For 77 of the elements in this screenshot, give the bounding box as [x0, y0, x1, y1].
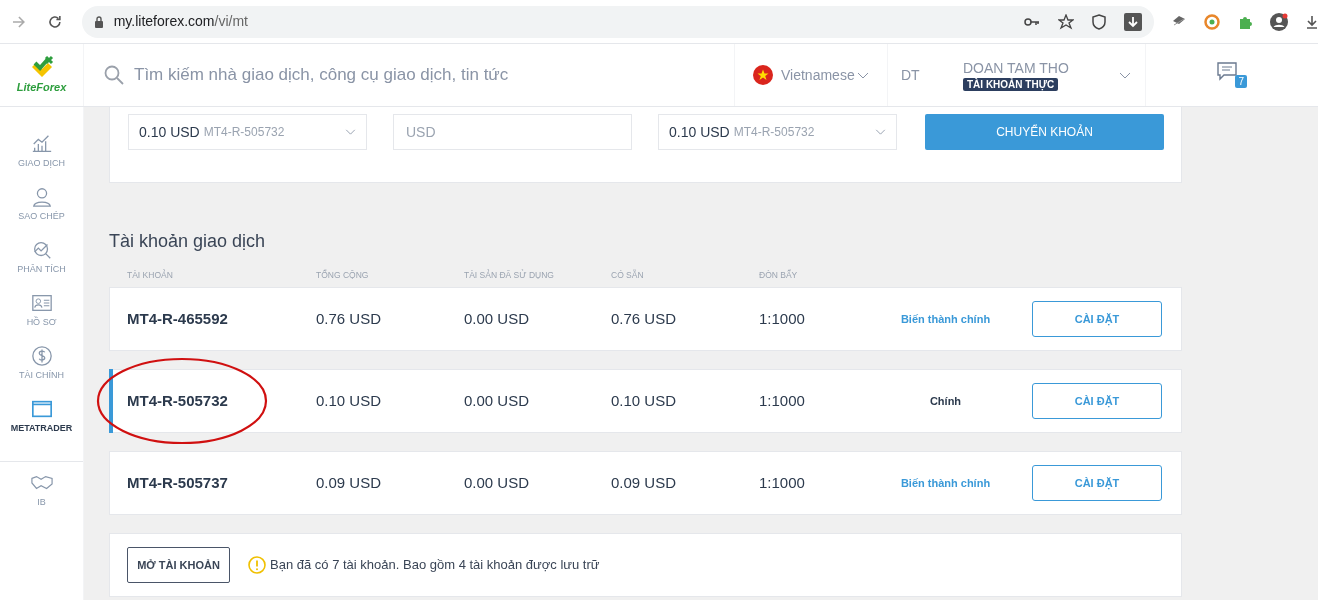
key-icon[interactable] [1024, 16, 1040, 27]
shield-icon[interactable] [1092, 13, 1106, 30]
account-row[interactable]: MT4-R-505737 0.09 USD 0.00 USD 0.09 USD 1:1000 Biến thành chính CÀI ĐẶT [109, 451, 1182, 515]
account-type-badge: TÀI KHOẢN THỰC [963, 77, 1059, 91]
table-cell-text: 0.00 USD [464, 308, 531, 329]
account-row[interactable]: MT4-R-465592 0.76 USD 0.00 USD 0.76 USD 1:1000 Biến thành chính CÀI ĐẶT [109, 287, 1182, 351]
notice-text: Bạn đã có 7 tài khoản. Bao gồm 4 tài khoản được lưu trữ [270, 556, 600, 575]
logo[interactable]: LiteForex [0, 44, 84, 106]
chevron-down-icon [345, 129, 356, 135]
chevron-down-icon [857, 71, 869, 79]
download-icon[interactable] [1124, 12, 1142, 31]
sidebar-item[interactable]: TÀI CHÍNH [0, 345, 83, 398]
table-cell-text: 0.10 USD [316, 390, 383, 411]
table-cell-text: 0.10 USD [611, 390, 678, 411]
table-cell-text: 0.76 USD [316, 308, 383, 329]
star-icon[interactable] [1058, 13, 1074, 30]
section-title: Tài khoản giao dịch [109, 230, 267, 253]
settings-button[interactable]: CÀI ĐẶT [1032, 383, 1162, 419]
make-main-link[interactable]: Biến thành chính [859, 310, 1032, 328]
table-cell-text: 0.09 USD [611, 472, 678, 493]
amount-field[interactable]: USD [393, 114, 632, 150]
profile-icon[interactable] [1270, 12, 1288, 31]
transfer-button[interactable]: CHUYỂN KHOẢN [925, 114, 1164, 150]
search-icon [104, 65, 124, 85]
table-cell-text: 1:1000 [759, 390, 806, 411]
make-main-link[interactable]: Biến thành chính [859, 474, 1032, 492]
open-account-button[interactable]: MỞ TÀI KHOẢN [127, 547, 230, 583]
settings-button[interactable]: CÀI ĐẶT [1032, 301, 1162, 337]
sidebar-item[interactable]: GIAO DỊCH [0, 133, 83, 186]
sidebar-item[interactable]: METATRADER [0, 398, 83, 462]
account-row[interactable]: MT4-R-505732 0.10 USD 0.00 USD 0.10 USD 1:1000 Chính CÀI ĐẶT [109, 369, 1182, 433]
account-number: MT4-R-465592 [127, 308, 229, 329]
from-account-dropdown[interactable]: 0.10 USD MT4-R-505732 [128, 114, 367, 150]
flag-icon [753, 65, 773, 85]
account-number: MT4-R-505732 [127, 390, 229, 411]
account-menu[interactable]: DT DOAN TAM THO TÀI KHOẢN THỰC [887, 44, 1145, 106]
to-account-dropdown[interactable]: 0.10 USD MT4-R-505732 [658, 114, 897, 150]
message-count-badge: 7 [1235, 75, 1247, 88]
language-label: Vietnamese [781, 65, 855, 85]
settings-button[interactable]: CÀI ĐẶT [1032, 465, 1162, 501]
lock-icon [93, 15, 104, 28]
window-icon [30, 398, 53, 420]
main-account-label: Chính [928, 393, 963, 409]
id-card-icon [30, 292, 53, 314]
sidebar-item[interactable]: PHÂN TÍCH [0, 239, 83, 292]
column-header: TÀI KHOẢN [127, 269, 174, 282]
table-cell-text: 1:1000 [759, 308, 806, 329]
person-icon [30, 186, 53, 208]
column-header: CÓ SẴN [611, 269, 645, 282]
download-icon[interactable] [1306, 14, 1318, 29]
dollar-icon [30, 345, 53, 367]
reload-icon[interactable] [47, 14, 62, 29]
table-cell-text: 1:1000 [759, 472, 806, 493]
table-cell-text: 0.00 USD [464, 472, 531, 493]
search-field[interactable]: Tìm kiếm nhà giao dịch, công cụ giao dịch, tin tức [134, 62, 734, 88]
sidebar-item[interactable]: SAO CHÉP [0, 186, 83, 239]
table-cell-text: 0.09 USD [316, 472, 383, 493]
sidebar-item[interactable]: HỒ SƠ [0, 292, 83, 345]
sidebar-item[interactable]: IB [0, 462, 83, 515]
url-text: my.liteforex.com/vi/mt [113, 12, 248, 31]
messages-button[interactable]: 7 [1217, 62, 1247, 88]
warning-icon [248, 556, 266, 574]
address-bar[interactable]: my.liteforex.com/vi/mt [81, 5, 1154, 38]
chart-icon [30, 133, 53, 155]
column-header: ĐÒN BẨY [759, 269, 799, 282]
user-name: DOAN TAM THO [963, 59, 1069, 76]
account-number: MT4-R-505737 [127, 472, 229, 493]
table-cell-text: 0.76 USD [611, 308, 678, 329]
language-selector[interactable]: Vietnamese [734, 44, 887, 106]
chevron-down-icon [875, 129, 886, 135]
chevron-down-icon [1119, 71, 1131, 79]
user-initials: DT [901, 65, 921, 85]
column-header: TỔNG CỘNG [316, 269, 370, 282]
puzzle-icon[interactable] [1238, 14, 1252, 29]
circle-icon[interactable] [1204, 13, 1220, 30]
table-cell-text: 0.00 USD [464, 390, 531, 411]
column-header: TÀI SẢN ĐÃ SỬ DỤNG [464, 269, 555, 282]
